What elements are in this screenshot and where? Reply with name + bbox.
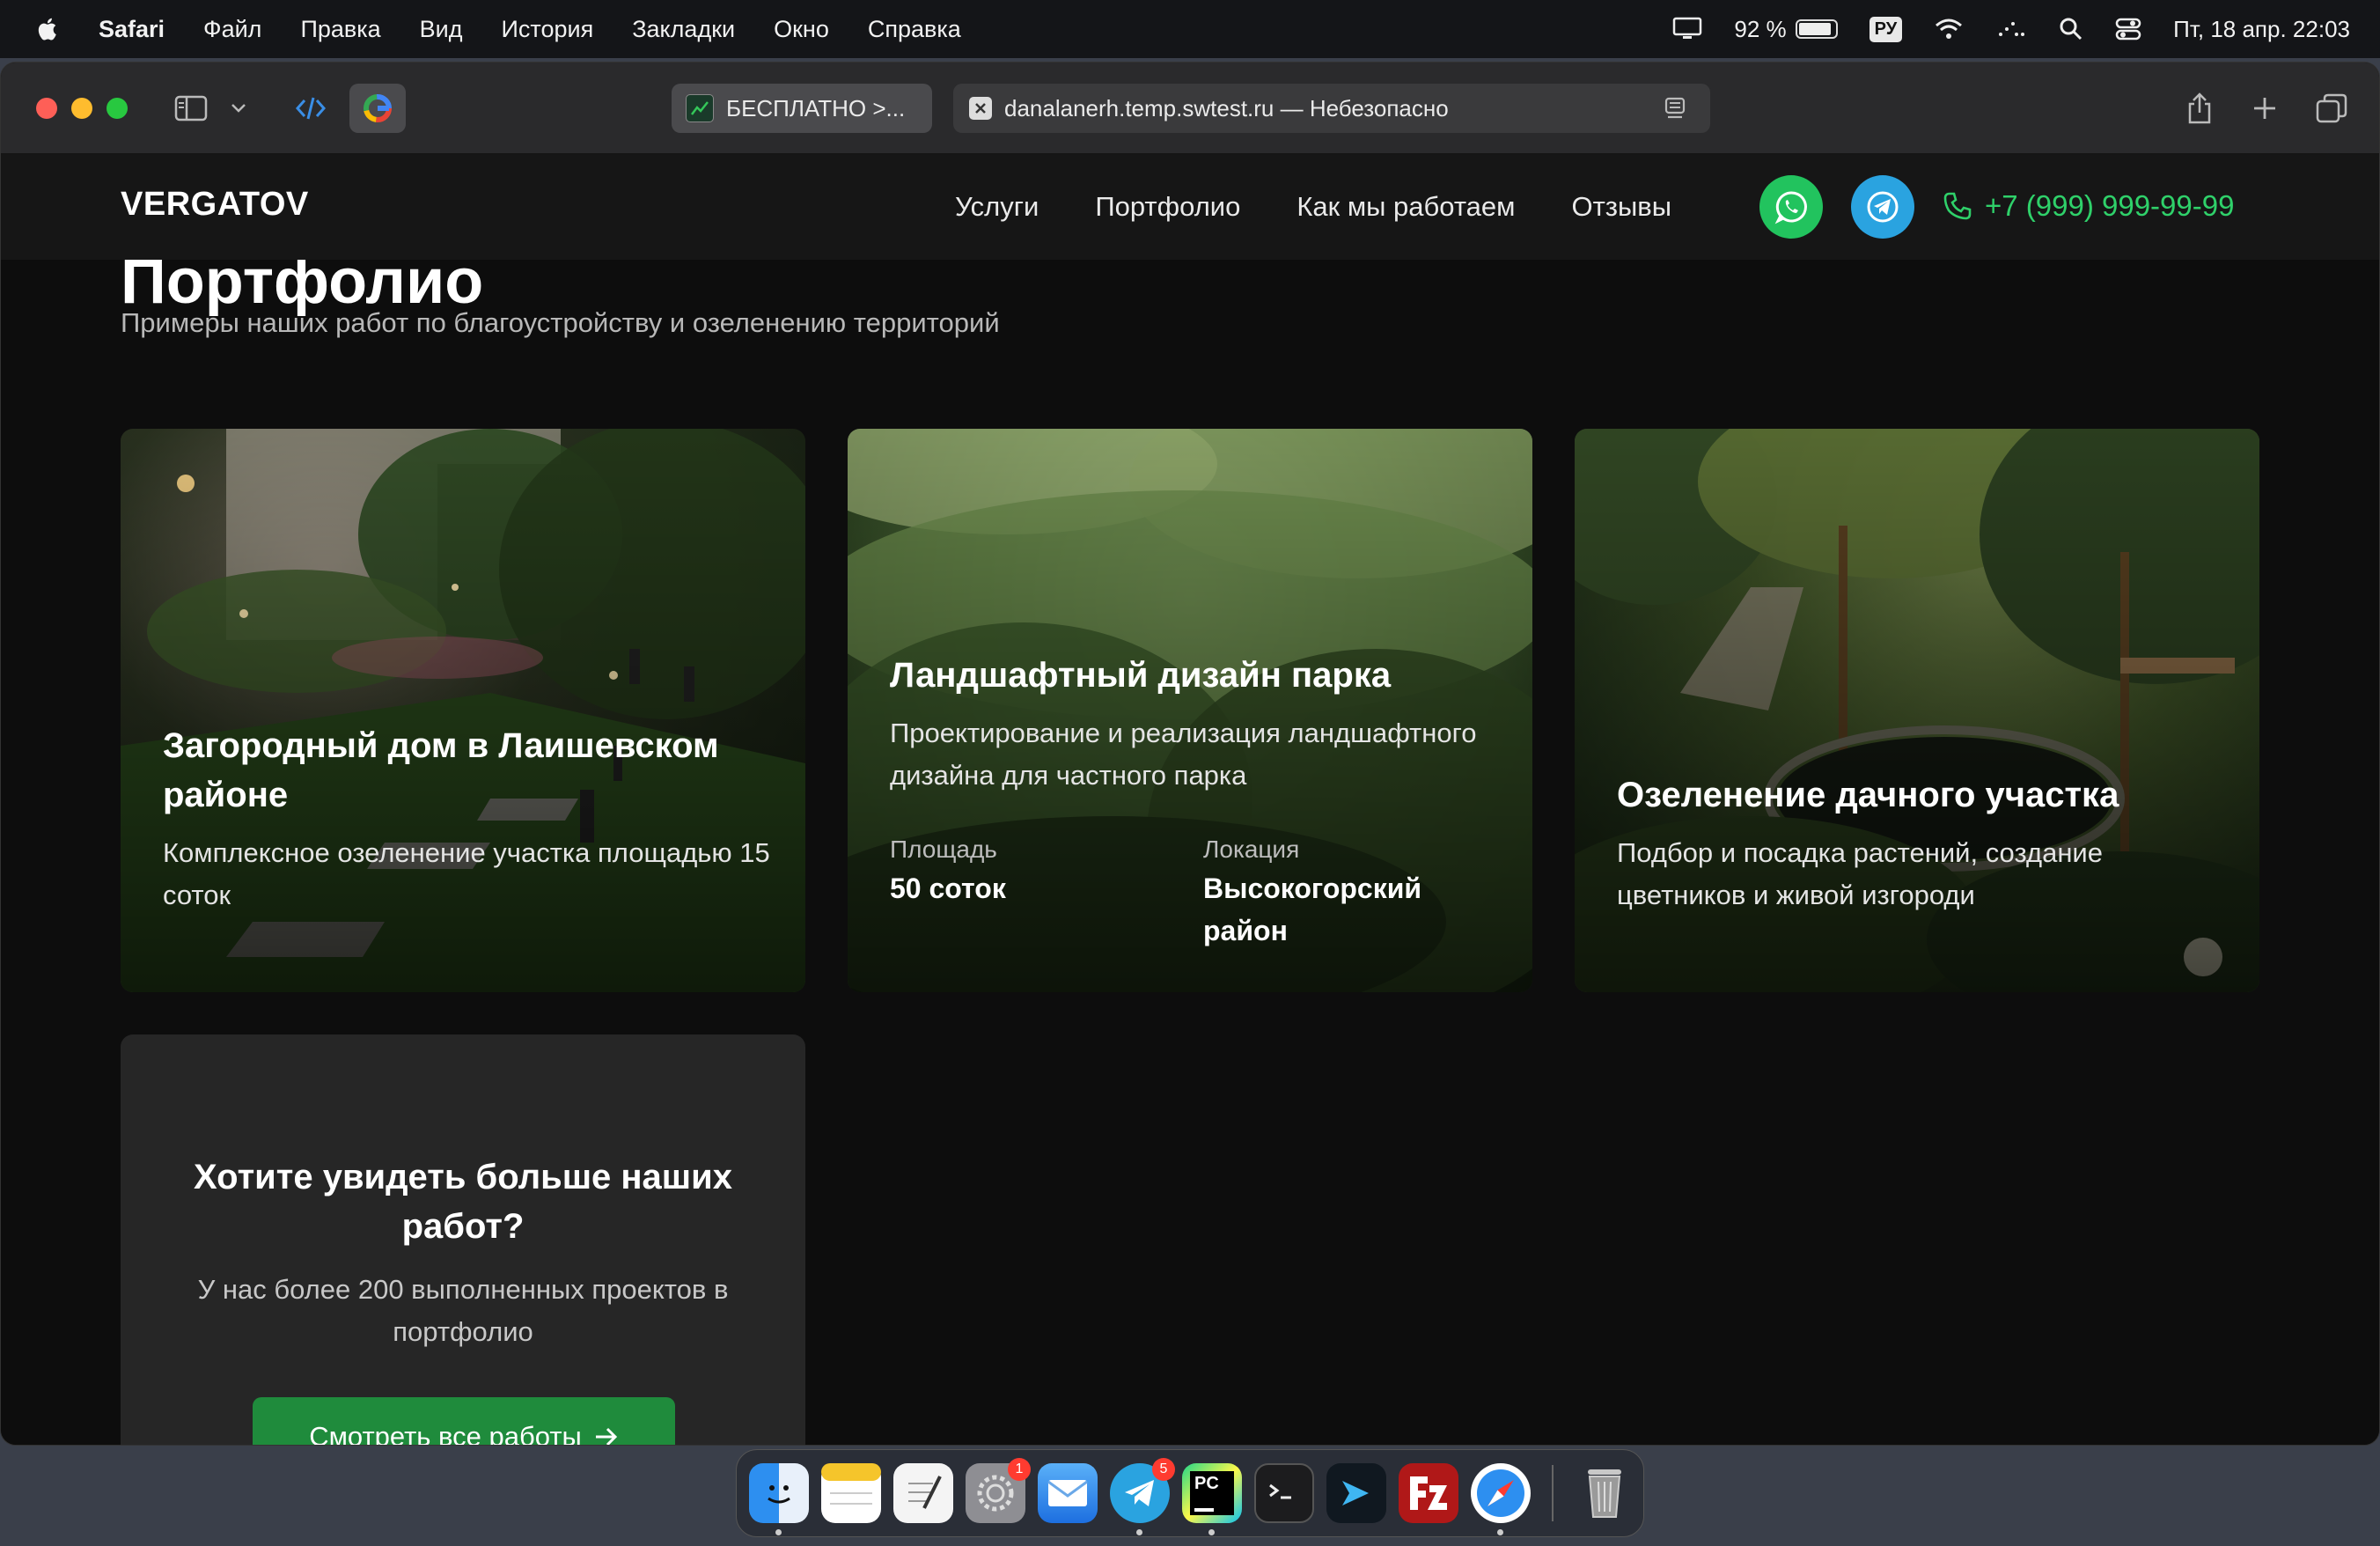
card-3-text: Озеленение дачного участка Подбор и поса… [1617,770,2224,917]
new-tab-plus-icon[interactable] [2247,89,2282,128]
google-extension-icon[interactable] [349,84,406,133]
whatsapp-icon [1774,191,1807,225]
menubar-clock[interactable]: Пт, 18 апр. 22:03 [2173,16,2350,43]
dock-safari-icon[interactable] [1471,1463,1531,1535]
menu-app-name[interactable]: Safari [99,16,165,43]
dock-notes-icon[interactable] [821,1463,881,1523]
battery-percent: 92 % [1734,15,1787,42]
tab-inactive[interactable]: БЕСПЛАТНО >... [672,84,932,133]
apple-logo-icon[interactable] [35,16,62,42]
dock-terminal-icon[interactable] [1254,1463,1314,1523]
address-bar-url[interactable]: danalanerh.temp.swtest.ru — Небезопасно [1004,95,1449,122]
card-2-location: Локация Высокогорский район [1203,832,1467,952]
phone-icon [1943,192,1972,220]
view-all-works-button[interactable]: Смотреть все работы [253,1397,675,1446]
portfolio-card-3[interactable]: Озеленение дачного участка Подбор и поса… [1575,429,2259,992]
menu-history[interactable]: История [502,16,594,43]
pycharm-label: PC [1194,1474,1219,1493]
whatsapp-button[interactable] [1759,175,1823,239]
menu-file[interactable]: Файл [203,16,261,43]
tab-active-address-bar[interactable]: danalanerh.temp.swtest.ru — Небезопасно [953,84,1710,133]
phone-number: +7 (999) 999-99-99 [1985,189,2235,222]
cta-text: У нас более 200 выполненных проектов в п… [197,1274,729,1347]
focus-dots-icon[interactable] [1995,18,2027,40]
safari-toolbar: БЕСПЛАТНО >... danalanerh.temp.swtest.ru… [1,63,2379,154]
macos-menu-bar: Safari Файл Правка Вид История Закладки … [0,0,2380,58]
phone-link[interactable]: +7 (999) 999-99-99 [1943,189,2234,223]
window-zoom-button[interactable] [107,98,128,119]
card-2-location-label: Локация [1203,836,1300,863]
battery-icon [1795,19,1838,39]
card-1-desc: Комплексное озеленение участка площадью … [163,837,770,910]
telegram-button[interactable] [1851,175,1914,239]
dock-telegram-icon[interactable]: 5 [1110,1458,1175,1535]
share-icon[interactable] [2182,89,2217,128]
cta-title: Хотите увидеть больше наших работ? [194,1158,732,1246]
card-2-text: Ландшафтный дизайн парка Проектирование … [890,651,1497,797]
card-2-title: Ландшафтный дизайн парка [890,656,1392,695]
battery-status[interactable]: 92 % [1734,15,1838,43]
sidebar-toggle-icon[interactable] [172,89,210,128]
nav-reviews[interactable]: Отзывы [1571,191,1671,223]
wifi-icon[interactable] [1934,18,1964,40]
settings-badge: 1 [1008,1458,1031,1481]
dock-mail-icon[interactable] [1038,1463,1098,1523]
portfolio-card-1[interactable]: Загородный дом в Лаишевском районе Компл… [121,429,805,992]
spotlight-search-icon[interactable] [2059,17,2083,41]
display-icon[interactable] [1672,17,1702,41]
nav-portfolio[interactable]: Портфолио [1095,191,1240,223]
site-header: VERGATOV Услуги Портфолио Как мы работае… [1,154,2379,260]
card-2-area: Площадь 50 соток [890,832,1006,909]
dock-filezilla-icon[interactable] [1399,1463,1458,1523]
dock-trash-icon[interactable] [1575,1463,1634,1523]
arrow-right-icon [595,1427,617,1445]
insecure-close-icon[interactable] [969,97,992,120]
menu-edit[interactable]: Правка [300,16,380,43]
chevron-down-icon[interactable] [226,89,251,128]
card-2-location-value: Высокогорский район [1203,872,1422,946]
site-nav: Услуги Портфолио Как мы работаем Отзывы [955,191,1671,223]
nav-services[interactable]: Услуги [955,191,1039,223]
card-3-desc: Подбор и посадка растений, создание цвет… [1617,837,2103,910]
card-2-area-value: 50 соток [890,872,1006,904]
menu-help[interactable]: Справка [868,16,961,43]
nav-how-we-work[interactable]: Как мы работаем [1297,191,1515,223]
tab-overview-icon[interactable] [2312,89,2351,128]
dock-code-editor-icon[interactable] [1326,1463,1386,1523]
tab-favicon-icon [686,94,714,122]
web-page: Портфолио VERGATOV Услуги Портфолио Как … [1,154,2379,1446]
dock-textedit-icon[interactable] [893,1463,953,1523]
telegram-badge: 5 [1152,1458,1175,1481]
card-1-title: Загородный дом в Лаишевском районе [163,726,719,814]
menu-window[interactable]: Окно [774,16,829,43]
section-subtitle: Примеры наших работ по благоустройству и… [121,307,1000,338]
card-1-text: Загородный дом в Лаишевском районе Компл… [163,721,770,917]
reader-mode-icon[interactable] [1663,96,1687,121]
macos-dock: 1 5 PC [736,1449,1644,1537]
dock-system-settings-icon[interactable]: 1 [966,1458,1031,1523]
keyboard-layout-badge[interactable]: РУ [1869,16,1903,42]
window-close-button[interactable] [36,98,57,119]
dock-separator [1552,1465,1554,1521]
tab-inactive-title: БЕСПЛАТНО >... [726,94,906,121]
telegram-icon [1867,191,1899,223]
portfolio-card-2[interactable]: Ландшафтный дизайн парка Проектирование … [848,429,1532,992]
menu-bookmarks[interactable]: Закладки [632,16,735,43]
dock-finder-icon[interactable] [749,1463,809,1535]
card-2-desc: Проектирование и реализация ландшафтного… [890,718,1477,791]
card-2-area-label: Площадь [890,836,997,863]
card-3-title: Озеленение дачного участка [1617,776,2119,814]
safari-window: БЕСПЛАТНО >... danalanerh.temp.swtest.ru… [0,62,2380,1446]
more-works-cta: Хотите увидеть больше наших работ? У нас… [121,1034,805,1446]
view-all-works-label: Смотреть все работы [309,1421,582,1446]
control-center-icon[interactable] [2115,17,2141,41]
menu-view[interactable]: Вид [420,16,463,43]
dock-pycharm-icon[interactable]: PC [1182,1463,1242,1535]
develop-code-icon[interactable] [291,89,330,128]
site-logo[interactable]: VERGATOV [121,186,309,224]
window-minimize-button[interactable] [71,98,92,119]
